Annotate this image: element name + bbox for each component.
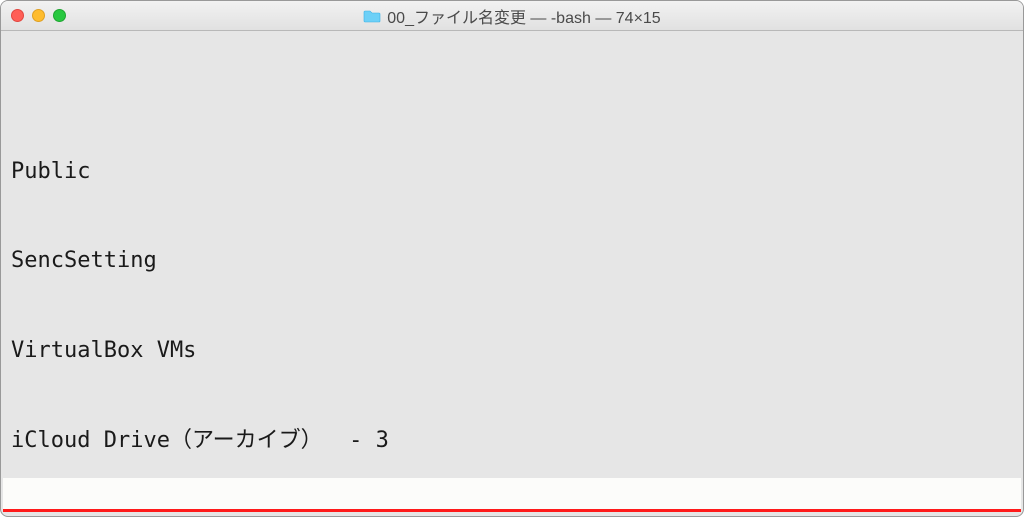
minimize-icon[interactable] — [32, 9, 45, 22]
window-title: 00_ファイル名変更 — -bash — 74×15 — [1, 4, 1023, 28]
traffic-lights — [11, 9, 66, 22]
titlebar[interactable]: 00_ファイル名変更 — -bash — 74×15 — [1, 1, 1023, 31]
close-icon[interactable] — [11, 9, 24, 22]
output-line: Public — [11, 157, 1013, 187]
output-line: SencSetting — [11, 246, 1013, 276]
terminal-body[interactable]: Public SencSetting VirtualBox VMs iCloud… — [1, 31, 1023, 516]
highlight-underline — [3, 478, 1021, 512]
folder-icon — [363, 9, 381, 23]
window-title-text: 00_ファイル名変更 — -bash — 74×15 — [387, 4, 660, 28]
output-line: works — [11, 516, 1013, 517]
terminal-window: 00_ファイル名変更 — -bash — 74×15 Public SencSe… — [0, 0, 1024, 517]
output-line: iCloud Drive（アーカイブ） - 3 — [11, 426, 1013, 456]
output-line: VirtualBox VMs — [11, 336, 1013, 366]
zoom-icon[interactable] — [53, 9, 66, 22]
